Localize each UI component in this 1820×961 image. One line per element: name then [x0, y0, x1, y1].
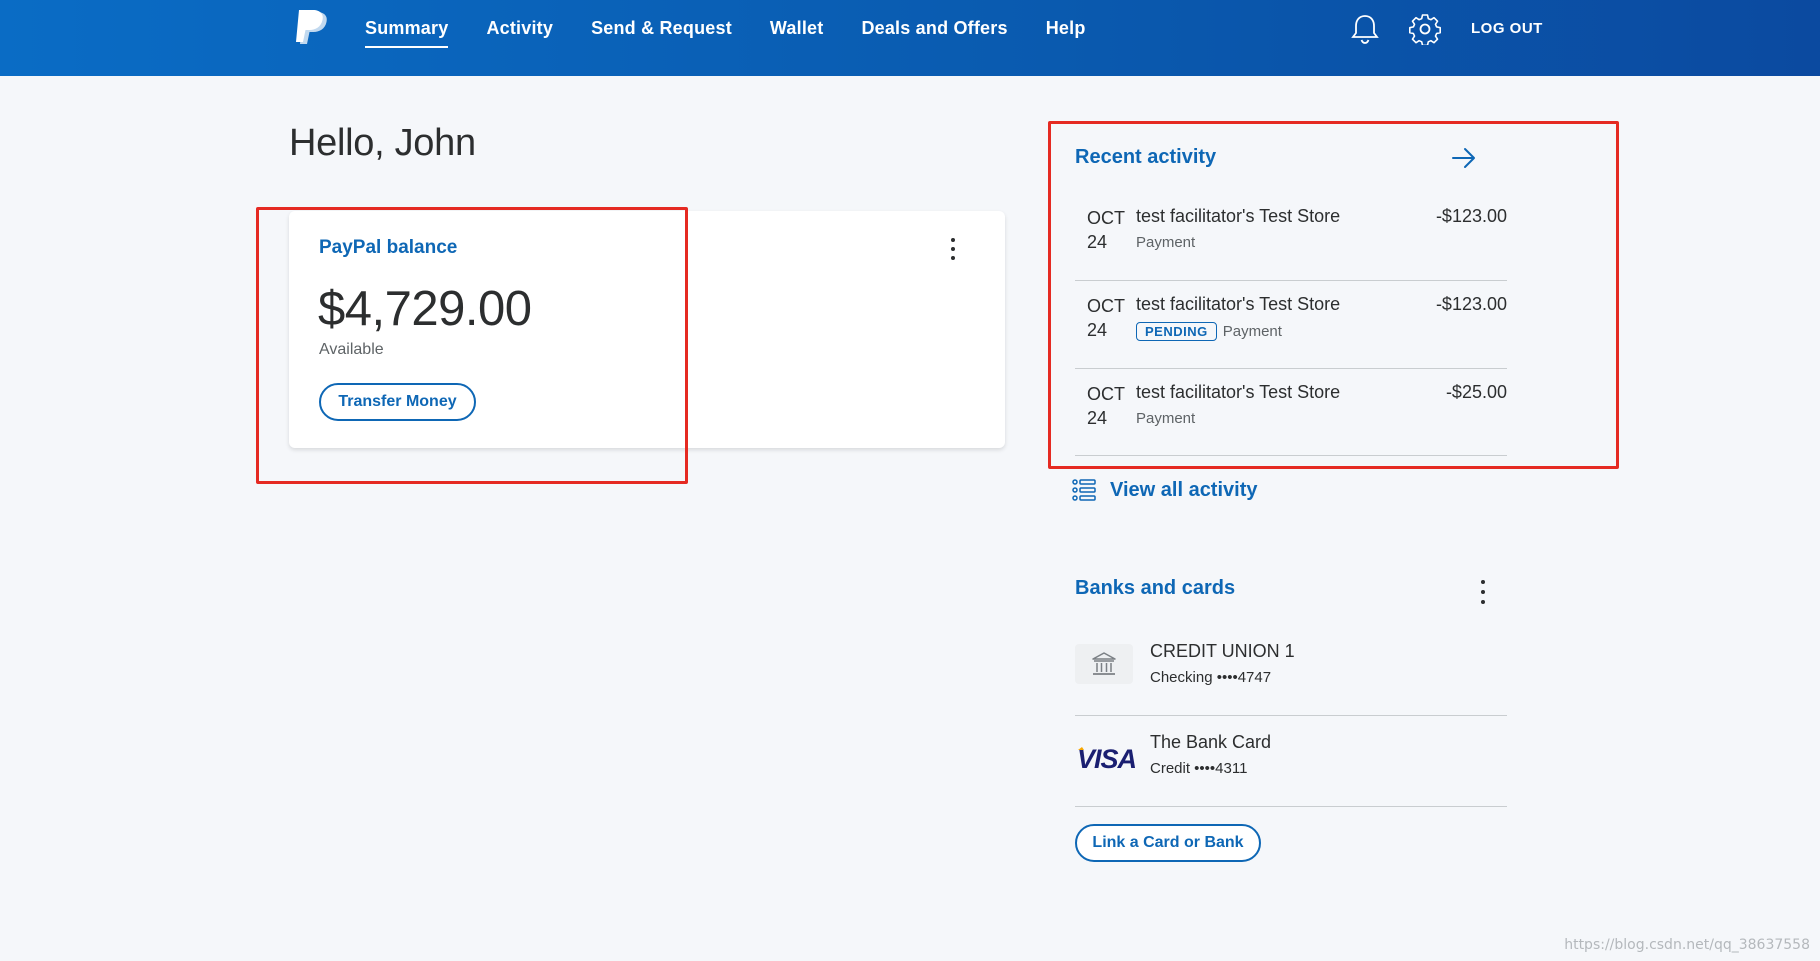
top-navigation-bar: Summary Activity Send & Request Wallet D…: [0, 0, 1820, 76]
nav-deals-offers[interactable]: Deals and Offers: [861, 18, 1007, 39]
banks-more-icon[interactable]: [1478, 580, 1488, 604]
card-row[interactable]: VISA The Bank Card Credit ••••4311: [1075, 716, 1507, 807]
card-account-detail: Credit ••••4311: [1150, 760, 1248, 777]
activity-meta: Payment: [1136, 410, 1195, 427]
list-icon: [1072, 479, 1096, 501]
bank-account-detail: Checking ••••4747: [1150, 669, 1272, 686]
activity-merchant: test facilitator's Test Store: [1136, 382, 1341, 402]
activity-amount: -$123.00: [1435, 206, 1507, 226]
recent-activity-list: OCT 24 test facilitator's Test Store Paym…: [1075, 193, 1507, 456]
nav-help[interactable]: Help: [1046, 18, 1086, 39]
activity-row[interactable]: OCT 24 test facilitator's Test Store PEND…: [1075, 281, 1507, 369]
main-nav: Summary Activity Send & Request Wallet D…: [365, 0, 1124, 56]
arrow-right-icon[interactable]: [1451, 146, 1477, 170]
activity-row[interactable]: OCT 24 test facilitator's Test Store Paym…: [1075, 193, 1507, 281]
activity-date: OCT 24: [1087, 208, 1125, 252]
activity-meta: PENDING Payment: [1136, 322, 1282, 341]
transfer-money-button[interactable]: Transfer Money: [319, 383, 476, 421]
activity-merchant: test facilitator's Test Store: [1136, 206, 1341, 226]
card-name: The Bank Card: [1150, 732, 1272, 752]
activity-date: OCT 24: [1087, 384, 1125, 428]
balance-amount: $4,729.00: [318, 282, 532, 336]
balance-more-icon[interactable]: [948, 238, 958, 260]
gear-icon[interactable]: [1409, 13, 1441, 45]
pending-badge: PENDING: [1136, 322, 1217, 341]
bank-icon: [1075, 644, 1133, 684]
balance-available-label: Available: [319, 341, 384, 358]
nav-summary[interactable]: Summary: [365, 18, 449, 48]
banks-cards-title[interactable]: Banks and cards: [1075, 577, 1235, 600]
activity-type: Payment: [1136, 410, 1196, 427]
activity-amount: -$123.00: [1435, 294, 1507, 314]
paypal-balance-card: PayPal balance $4,729.00 Available Trans…: [289, 211, 1005, 448]
link-card-bank-button[interactable]: Link a Card or Bank: [1075, 824, 1261, 862]
view-all-activity-label[interactable]: View all activity: [1110, 479, 1258, 502]
nav-wallet[interactable]: Wallet: [770, 18, 824, 39]
activity-merchant: test facilitator's Test Store: [1136, 294, 1341, 314]
activity-meta: Payment: [1136, 234, 1195, 251]
activity-amount: -$25.00: [1445, 382, 1507, 402]
bell-icon[interactable]: [1350, 13, 1380, 45]
view-all-activity-link[interactable]: View all activity: [1072, 478, 1258, 502]
activity-date: OCT 24: [1087, 296, 1125, 340]
balance-title[interactable]: PayPal balance: [319, 237, 457, 259]
paypal-logo-icon[interactable]: [295, 10, 329, 50]
watermark-text: https://blog.csdn.net/qq_38637558: [1564, 937, 1810, 953]
page-greeting: Hello, John: [289, 122, 476, 164]
visa-icon: VISA: [1077, 744, 1137, 774]
nav-send-request[interactable]: Send & Request: [591, 18, 732, 39]
logout-link[interactable]: LOG OUT: [1471, 20, 1543, 37]
nav-activity[interactable]: Activity: [486, 18, 553, 39]
recent-activity-title[interactable]: Recent activity: [1075, 146, 1216, 169]
bank-name: CREDIT UNION 1: [1150, 641, 1295, 661]
banks-cards-list: CREDIT UNION 1 Checking ••••4747 VISA Th…: [1075, 625, 1507, 807]
activity-type: Payment: [1222, 323, 1282, 340]
activity-row[interactable]: OCT 24 test facilitator's Test Store Paym…: [1075, 369, 1507, 456]
svg-text:VISA: VISA: [1077, 744, 1136, 774]
bank-row[interactable]: CREDIT UNION 1 Checking ••••4747: [1075, 625, 1507, 716]
activity-type: Payment: [1136, 234, 1196, 251]
